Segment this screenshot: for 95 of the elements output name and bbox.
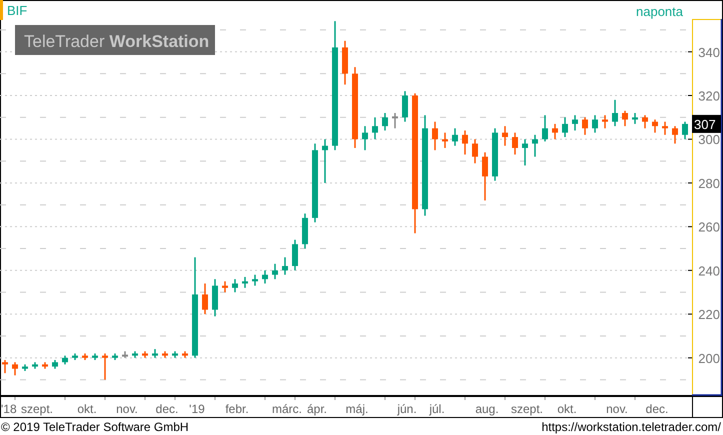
candle bbox=[52, 360, 58, 369]
x-tick-label: okt. bbox=[557, 402, 577, 416]
candle bbox=[122, 351, 128, 358]
candle bbox=[362, 126, 368, 150]
y-tick-label: 320 bbox=[698, 88, 720, 104]
candle bbox=[432, 122, 438, 150]
candle bbox=[262, 270, 268, 284]
y-tick-label: 200 bbox=[698, 350, 720, 366]
y-tick-label: 240 bbox=[698, 263, 720, 278]
candle bbox=[562, 117, 568, 138]
candle bbox=[462, 130, 468, 155]
candle bbox=[12, 362, 18, 376]
x-tick-label: szept. bbox=[511, 402, 543, 416]
candle bbox=[92, 353, 98, 360]
candle bbox=[442, 132, 448, 148]
candle bbox=[242, 276, 248, 288]
x-tick-label: szept. bbox=[21, 402, 53, 416]
candle bbox=[42, 362, 48, 369]
candle bbox=[212, 279, 218, 316]
url-text: https://workstation.teletrader.com/ bbox=[542, 420, 721, 434]
candle bbox=[102, 353, 108, 380]
y-tick-label: 280 bbox=[698, 176, 720, 191]
candle bbox=[172, 351, 178, 358]
candle bbox=[2, 360, 8, 374]
candle bbox=[652, 120, 658, 133]
candle bbox=[82, 353, 88, 360]
candle bbox=[342, 40, 348, 85]
candle bbox=[642, 115, 648, 128]
candle bbox=[232, 279, 238, 292]
x-tick-label: máj. bbox=[346, 402, 368, 416]
symbol-marker bbox=[0, 0, 3, 20]
last-price-badge: 307 bbox=[692, 114, 721, 133]
candle bbox=[572, 115, 578, 130]
x-tick-label: febr. bbox=[225, 402, 249, 416]
candle bbox=[202, 284, 208, 314]
candle bbox=[382, 113, 388, 130]
candle bbox=[62, 356, 68, 364]
y-tick-label: 220 bbox=[698, 307, 720, 322]
candle bbox=[32, 362, 38, 369]
x-tick-label: júl. bbox=[429, 402, 445, 416]
x-tick-label: aug. bbox=[475, 402, 499, 416]
y-tick-label: 300 bbox=[698, 132, 720, 148]
x-tick-label: '18 bbox=[1, 402, 17, 416]
candle bbox=[582, 117, 588, 135]
candle bbox=[402, 91, 408, 122]
candle bbox=[142, 351, 148, 358]
candle bbox=[72, 353, 78, 360]
candle bbox=[522, 139, 528, 166]
candle bbox=[22, 364, 28, 371]
candle bbox=[282, 257, 288, 275]
candle bbox=[662, 122, 668, 135]
candle bbox=[452, 128, 458, 146]
y-tick-label: 340 bbox=[698, 44, 720, 60]
candle bbox=[532, 134, 538, 157]
candle bbox=[182, 351, 188, 358]
x-tick-label: márc. bbox=[272, 402, 302, 416]
candle bbox=[602, 115, 608, 128]
candle bbox=[592, 115, 598, 133]
logo: TeleTrader WorkStation bbox=[15, 25, 215, 55]
candle bbox=[272, 264, 278, 280]
candle bbox=[162, 351, 168, 358]
candle bbox=[672, 126, 678, 144]
candle bbox=[322, 139, 328, 183]
candle bbox=[152, 349, 158, 358]
x-tick-label: dec. bbox=[646, 402, 668, 416]
x-tick-label: nov. bbox=[606, 402, 628, 416]
interval-label: naponta bbox=[636, 4, 683, 19]
candle bbox=[542, 115, 548, 142]
candle bbox=[482, 152, 488, 200]
candle bbox=[512, 132, 518, 155]
candle bbox=[292, 240, 298, 270]
candle bbox=[612, 100, 618, 126]
candle bbox=[112, 353, 118, 360]
candle bbox=[632, 113, 638, 124]
x-tick-label: ápr. bbox=[307, 402, 327, 416]
x-tick-label: dec. bbox=[156, 402, 178, 416]
candle bbox=[252, 274, 258, 286]
candle bbox=[132, 351, 138, 358]
candle bbox=[302, 214, 308, 249]
symbol-label: BIF bbox=[7, 3, 28, 18]
candle bbox=[552, 124, 558, 140]
candle bbox=[472, 139, 478, 164]
x-tick-label: nov. bbox=[116, 402, 138, 416]
x-tick-label: okt. bbox=[77, 402, 97, 416]
x-tick-label: jún. bbox=[397, 402, 417, 416]
copyright-text: © 2019 TeleTrader Software GmbH bbox=[1, 420, 189, 434]
candle bbox=[682, 122, 688, 140]
candle bbox=[372, 117, 378, 140]
x-tick-label: '19 bbox=[189, 402, 205, 416]
candle bbox=[392, 113, 398, 128]
candle bbox=[502, 126, 508, 146]
candle bbox=[222, 281, 228, 292]
y-tick-label: 260 bbox=[698, 220, 720, 235]
candle bbox=[622, 110, 628, 126]
candle bbox=[492, 128, 498, 181]
